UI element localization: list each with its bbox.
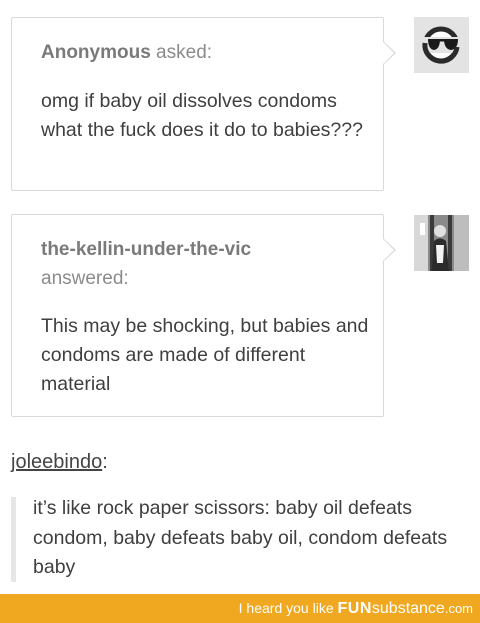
reblog-quote-text: it’s like rock paper scissors: baby oil … bbox=[33, 497, 448, 578]
reblogger-name[interactable]: joleebindo bbox=[11, 451, 102, 473]
blockquote-bar bbox=[11, 497, 16, 582]
watermark-footer: I heard you like FUNsubstance.com bbox=[0, 594, 480, 623]
answerer-avatar[interactable] bbox=[414, 215, 469, 271]
footer-prefix-text: I heard you like bbox=[238, 600, 338, 616]
footer-brand-com: .com bbox=[444, 601, 473, 616]
answer-header-name: the-kellin-under-the-vic bbox=[41, 237, 251, 262]
asker-name[interactable]: Anonymous bbox=[41, 42, 151, 63]
footer-brand-fun: FUN bbox=[337, 600, 372, 617]
asker-avatar[interactable] bbox=[414, 17, 469, 73]
answerer-name[interactable]: the-kellin-under-the-vic bbox=[41, 239, 251, 260]
ask-question-text: omg if baby oil dissolves condoms what t… bbox=[41, 90, 363, 141]
reblogger-line: joleebindo: bbox=[11, 449, 108, 475]
reblogger-colon: : bbox=[102, 451, 108, 473]
sunglasses-face-icon bbox=[421, 26, 463, 64]
ask-verb: asked: bbox=[150, 42, 213, 63]
answer-text: This may be shocking, but babies and con… bbox=[41, 315, 369, 395]
answer-verb: answered: bbox=[41, 268, 129, 289]
footer-brand-sub: substance bbox=[371, 600, 445, 617]
ask-header: Anonymous asked: bbox=[41, 40, 212, 65]
ask-bubble: Anonymous asked: omg if baby oil dissolv… bbox=[11, 17, 396, 191]
answer-bubble: the-kellin-under-the-vic answered: This … bbox=[11, 214, 396, 417]
user-photo-avatar bbox=[414, 215, 469, 271]
